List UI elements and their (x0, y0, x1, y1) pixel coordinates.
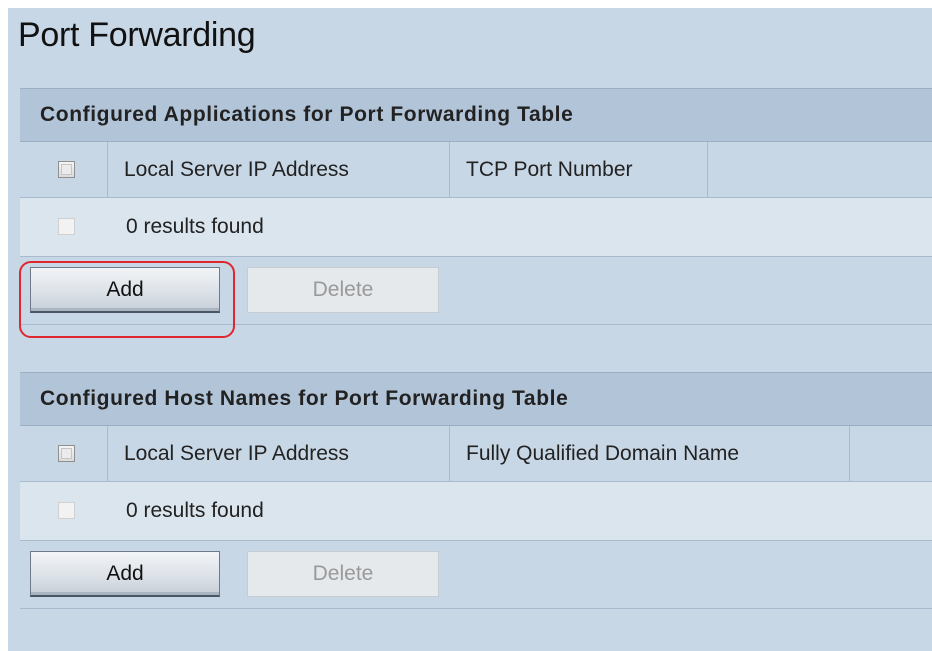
applications-row-checkbox[interactable] (58, 218, 75, 235)
hostnames-add-button[interactable]: Add (30, 551, 220, 597)
applications-select-all-checkbox[interactable] (58, 161, 75, 178)
applications-delete-button[interactable]: Delete (247, 267, 439, 313)
column-header-fqdn[interactable]: Fully Qualified Domain Name (450, 426, 850, 481)
column-header-local-server-ip[interactable]: Local Server IP Address (108, 142, 450, 197)
hostnames-select-all-checkbox[interactable] (58, 445, 75, 462)
applications-table-title: Configured Applications for Port Forward… (20, 88, 932, 142)
hostnames-table-header-row: Local Server IP Address Fully Qualified … (20, 426, 932, 482)
applications-actions-row: Add Delete (20, 257, 932, 325)
hostnames-empty-row: 0 results found (20, 482, 932, 541)
port-forwarding-page: Port Forwarding Configured Applications … (8, 8, 932, 651)
applications-table-header-row: Local Server IP Address TCP Port Number (20, 142, 932, 198)
hostnames-select-all-cell (20, 426, 108, 481)
applications-add-button[interactable]: Add (30, 267, 220, 313)
hostnames-section: Configured Host Names for Port Forwardin… (20, 372, 932, 609)
page-title: Port Forwarding (18, 16, 256, 54)
column-header-local-server-ip[interactable]: Local Server IP Address (108, 426, 450, 481)
applications-select-all-cell (20, 142, 108, 197)
hostnames-table-title: Configured Host Names for Port Forwardin… (20, 372, 932, 426)
applications-empty-row: 0 results found (20, 198, 932, 257)
hostnames-actions-row: Add Delete (20, 541, 932, 609)
hostnames-results-count: 0 results found (126, 499, 264, 522)
column-header-tcp-port-number[interactable]: TCP Port Number (450, 142, 708, 197)
applications-section: Configured Applications for Port Forward… (20, 88, 932, 325)
hostnames-row-checkbox[interactable] (58, 502, 75, 519)
hostnames-delete-button[interactable]: Delete (247, 551, 439, 597)
applications-results-count: 0 results found (126, 215, 264, 238)
